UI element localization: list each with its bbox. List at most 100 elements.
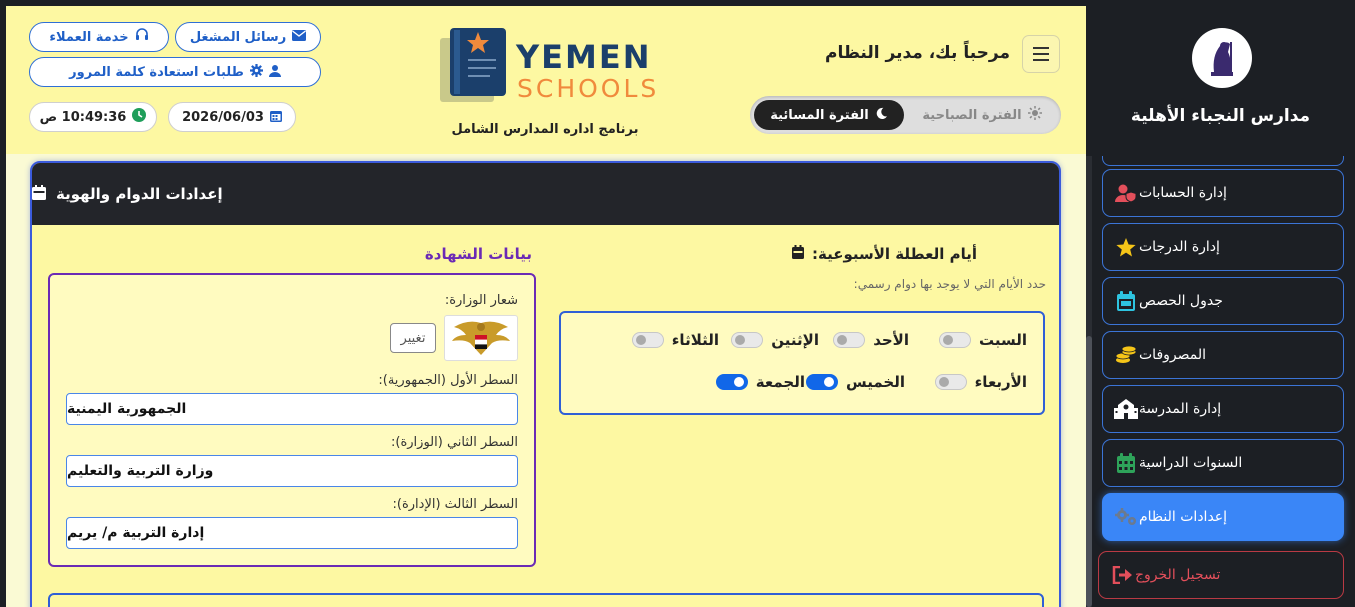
- sidebar-item-partial[interactable]: [1102, 156, 1344, 166]
- sidebar-item-system-settings[interactable]: إعدادات النظام: [1102, 493, 1344, 541]
- sidebar-item-school[interactable]: إدارة المدرسة: [1102, 385, 1344, 433]
- headset-icon: [135, 28, 149, 46]
- school-icon: [1113, 399, 1139, 419]
- day-friday[interactable]: الجمعة: [715, 371, 805, 393]
- sidebar-item-accounts[interactable]: إدارة الحسابات: [1102, 169, 1344, 217]
- school-name: مدارس النجباء الأهلية: [1130, 106, 1311, 126]
- user-shield-icon: [1113, 184, 1139, 202]
- school-logo: [1192, 28, 1252, 88]
- star-icon: [1113, 237, 1139, 257]
- user-icon: [268, 64, 281, 81]
- sidebar-item-label: إدارة الحسابات: [1139, 185, 1227, 201]
- logout-button[interactable]: تسجيل الخروج: [1098, 551, 1344, 599]
- day-label: الجمعة: [755, 373, 805, 391]
- date-display: 2026/06/03: [168, 102, 296, 132]
- calendar-icon: [32, 184, 46, 204]
- day-saturday[interactable]: السبت: [938, 329, 1027, 351]
- shift-morning-option[interactable]: الفترة الصباحية: [908, 100, 1056, 130]
- line2-label: السطر الثاني (الوزارة):: [391, 435, 518, 450]
- sidebar-item-label: المصروفات: [1139, 347, 1207, 363]
- settings-card: إعدادات الدوام والهوية أيام العطلة الأسب…: [30, 161, 1061, 607]
- brand-yemen: YEMEN: [516, 38, 652, 76]
- hamburger-icon: [1033, 47, 1049, 49]
- coins-icon: [1113, 346, 1139, 364]
- menu-toggle-button[interactable]: [1022, 35, 1060, 73]
- holidays-title-text: أيام العطلة الأسبوعية:: [812, 245, 977, 263]
- brand-subtitle: برنامج اداره المدارس الشامل: [451, 122, 639, 137]
- day-sunday[interactable]: الأحد: [833, 329, 909, 351]
- card-header: إعدادات الدوام والهوية: [32, 163, 1059, 225]
- sidebar-item-academic-years[interactable]: السنوات الدراسية: [1102, 439, 1344, 487]
- holidays-box: السبت الأحد الإثنين الثلاثاء الأربعاء ال…: [559, 311, 1045, 415]
- calendar-grid-icon: [1113, 453, 1139, 473]
- shift-toggle[interactable]: الفترة الصباحية الفترة المسائية: [750, 96, 1061, 134]
- line1-input[interactable]: الجمهورية اليمنية: [66, 393, 518, 425]
- sun-icon: [1027, 106, 1042, 124]
- sidebar: مدارس النجباء الأهلية إدارة الحسابات إدا…: [1086, 6, 1355, 607]
- scrollbar-thumb[interactable]: [1086, 336, 1092, 607]
- date-text: 2026/06/03: [182, 109, 264, 125]
- sidebar-item-timetable[interactable]: جدول الحصص: [1102, 277, 1344, 325]
- sidebar-item-grades[interactable]: إدارة الدرجات: [1102, 223, 1344, 271]
- envelope-icon: [292, 29, 307, 45]
- toggle-switch[interactable]: [938, 332, 971, 348]
- sidebar-item-label: جدول الحصص: [1139, 293, 1223, 309]
- day-monday[interactable]: الإثنين: [731, 329, 819, 351]
- time-display: 10:49:36 ص: [29, 102, 157, 132]
- line3-input[interactable]: إدارة التربية م/ يريم: [66, 517, 518, 549]
- next-section-box: [48, 593, 1044, 607]
- sidebar-scrollbar[interactable]: [1086, 156, 1092, 607]
- change-logo-button[interactable]: تغيير: [390, 323, 436, 353]
- hamburger-icon-line: [1033, 59, 1049, 61]
- brand-schools: SCHOOLS: [517, 74, 660, 103]
- sidebar-item-label: إعدادات النظام: [1139, 509, 1228, 525]
- day-label: السبت: [978, 331, 1027, 349]
- brand-book-icon: [438, 26, 518, 106]
- gear-icon: [249, 63, 263, 81]
- line3-label: السطر الثالث (الإدارة):: [392, 497, 519, 512]
- top-header: مرحباً بك، مدير النظام الفترة الصباحية ا…: [6, 6, 1086, 154]
- shift-morning-label: الفترة الصباحية: [922, 107, 1022, 123]
- clock-icon: [132, 108, 147, 126]
- day-label: الإثنين: [771, 331, 819, 349]
- operator-messages-button[interactable]: رسائل المشغل: [175, 22, 321, 52]
- ministry-logo-label: شعار الوزارة:: [444, 293, 518, 308]
- logout-icon: [1109, 566, 1135, 584]
- line2-input[interactable]: وزارة التربية والتعليم: [66, 455, 518, 487]
- shift-evening-option[interactable]: الفترة المسائية: [754, 100, 904, 130]
- line1-label: السطر الأول (الجمهورية):: [378, 373, 518, 388]
- calendar-icon: [269, 109, 282, 126]
- toggle-switch[interactable]: [731, 332, 764, 348]
- sidebar-item-label: تسجيل الخروج: [1135, 567, 1221, 583]
- ministry-emblem: [444, 315, 518, 361]
- shift-evening-label: الفترة المسائية: [770, 107, 869, 123]
- certificate-title: بيانات الشهادة: [424, 245, 532, 263]
- customer-service-button[interactable]: خدمة العملاء: [29, 22, 169, 52]
- toggle-switch[interactable]: [631, 332, 664, 348]
- gears-icon: [1113, 507, 1139, 527]
- day-label: الأربعاء: [974, 373, 1027, 391]
- hamburger-icon-line: [1033, 53, 1049, 55]
- day-label: الأحد: [873, 331, 909, 349]
- day-thursday[interactable]: الخميس: [806, 371, 905, 393]
- day-wednesday[interactable]: الأربعاء: [934, 371, 1027, 393]
- welcome-text: مرحباً بك، مدير النظام: [825, 43, 1010, 63]
- toggle-switch[interactable]: [715, 374, 748, 390]
- holidays-title: أيام العطلة الأسبوعية:: [792, 245, 1046, 263]
- toggle-switch[interactable]: [934, 374, 967, 390]
- toggle-switch[interactable]: [806, 374, 839, 390]
- calendar-icon: [792, 245, 804, 263]
- certificate-box: شعار الوزارة: تغيير السطر الأول (الجمهور…: [48, 273, 536, 567]
- sidebar-item-label: إدارة المدرسة: [1139, 401, 1222, 417]
- toggle-switch[interactable]: [833, 332, 866, 348]
- customer-service-label: خدمة العملاء: [49, 29, 129, 45]
- card-title: إعدادات الدوام والهوية: [56, 185, 223, 203]
- moon-icon: [875, 107, 888, 124]
- sidebar-item-expenses[interactable]: المصروفات: [1102, 331, 1344, 379]
- calendar-icon: [1113, 291, 1139, 311]
- day-tuesday[interactable]: الثلاثاء: [631, 329, 719, 351]
- password-requests-button[interactable]: طلبات استعادة كلمة المرور: [29, 57, 321, 87]
- sidebar-item-label: إدارة الدرجات: [1139, 239, 1220, 255]
- day-label: الخميس: [846, 373, 905, 391]
- password-requests-label: طلبات استعادة كلمة المرور: [69, 64, 244, 80]
